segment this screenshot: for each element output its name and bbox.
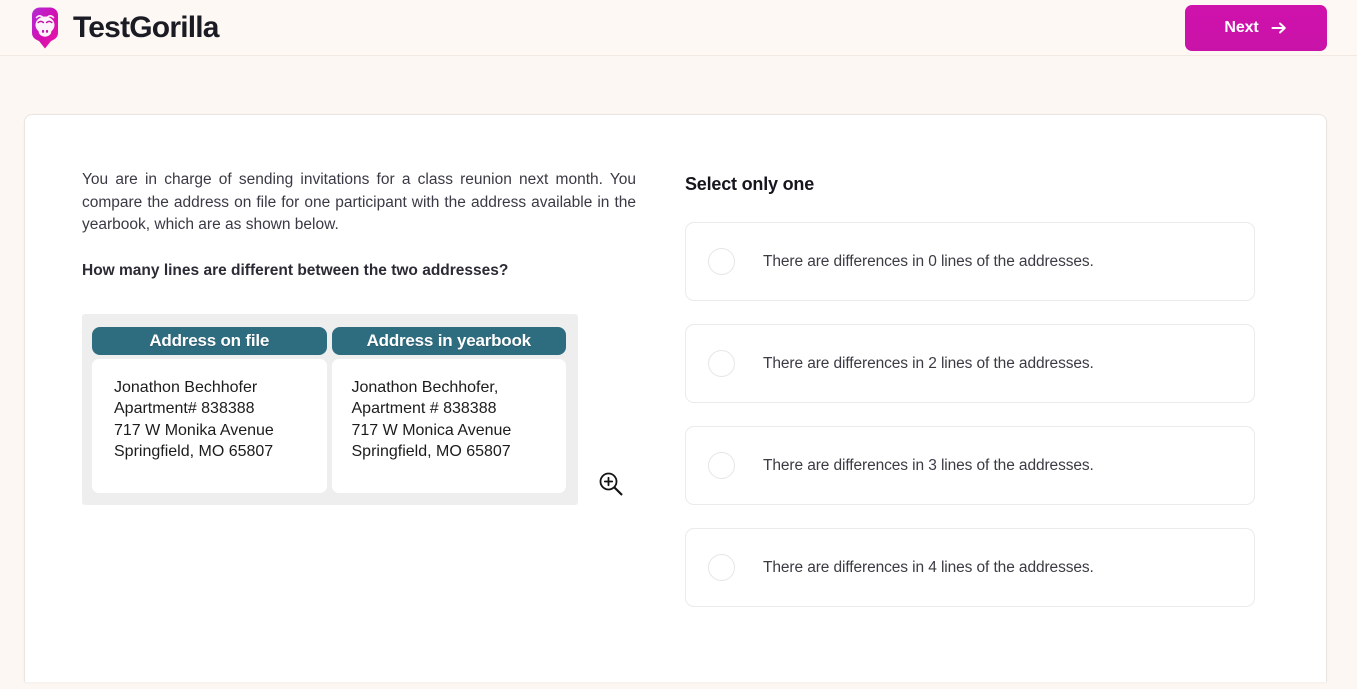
address-column-header: Address on file <box>92 326 327 355</box>
address-column-header: Address in yearbook <box>331 326 566 355</box>
address-line: Springfield, MO 65807 <box>114 443 274 460</box>
answer-option-label: There are differences in 4 lines of the … <box>763 558 1094 576</box>
answer-option-label: There are differences in 0 lines of the … <box>763 252 1094 270</box>
app-header: TestGorilla Next <box>0 0 1357 56</box>
magnifier-plus-icon[interactable] <box>598 471 624 497</box>
gorilla-logo-icon <box>32 7 58 48</box>
answer-option[interactable]: There are differences in 4 lines of the … <box>685 528 1255 607</box>
arrow-right-icon <box>1271 22 1286 34</box>
radio-icon[interactable] <box>708 350 735 377</box>
address-line: Jonathon Bechhofer, <box>351 378 499 396</box>
address-comparison-table: Address on file Jonathon Bechhofer Apart… <box>82 313 623 505</box>
address-line: Apartment# 838388 <box>114 400 255 417</box>
address-line: 717 W Monica Avenue <box>351 421 512 439</box>
radio-icon[interactable] <box>708 554 735 581</box>
answer-option-label: There are differences in 3 lines of the … <box>763 456 1094 474</box>
answer-option[interactable]: There are differences in 0 lines of the … <box>685 222 1255 301</box>
answers-pane: Select only one There are differences in… <box>661 169 1326 682</box>
answer-option[interactable]: There are differences in 3 lines of the … <box>685 426 1255 505</box>
question-prompt: How many lines are different between the… <box>82 261 509 279</box>
brand-name: TestGorilla <box>73 10 219 44</box>
next-button-label: Next <box>1224 19 1259 36</box>
answer-option-label: There are differences in 2 lines of the … <box>763 354 1094 372</box>
scenario-text: You are in charge of sending invitations… <box>82 171 636 233</box>
address-line: 717 W Monika Avenue <box>114 421 274 439</box>
address-line: Springfield, MO 65807 <box>351 443 511 460</box>
address-column-yearbook: Address in yearbook Jonathon Bechhofer, … <box>331 326 566 493</box>
question-pane: You are in charge of sending invitations… <box>25 169 661 682</box>
page-body: You are in charge of sending invitations… <box>0 56 1357 682</box>
radio-icon[interactable] <box>708 452 735 479</box>
address-column-on-file: Address on file Jonathon Bechhofer Apart… <box>92 326 327 493</box>
address-line: Jonathon Bechhofer <box>114 378 258 396</box>
address-line: Apartment # 838388 <box>351 400 497 417</box>
next-button[interactable]: Next <box>1185 5 1327 51</box>
radio-icon[interactable] <box>708 248 735 275</box>
address-column-body: Jonathon Bechhofer Apartment# 838388 717… <box>92 358 327 493</box>
answer-options-list: There are differences in 0 lines of the … <box>685 222 1255 607</box>
answer-option[interactable]: There are differences in 2 lines of the … <box>685 324 1255 403</box>
address-column-body: Jonathon Bechhofer, Apartment # 838388 7… <box>331 358 566 493</box>
answers-title: Select only one <box>685 174 815 194</box>
brand-logo: TestGorilla <box>26 7 219 49</box>
question-card: You are in charge of sending invitations… <box>24 114 1327 682</box>
